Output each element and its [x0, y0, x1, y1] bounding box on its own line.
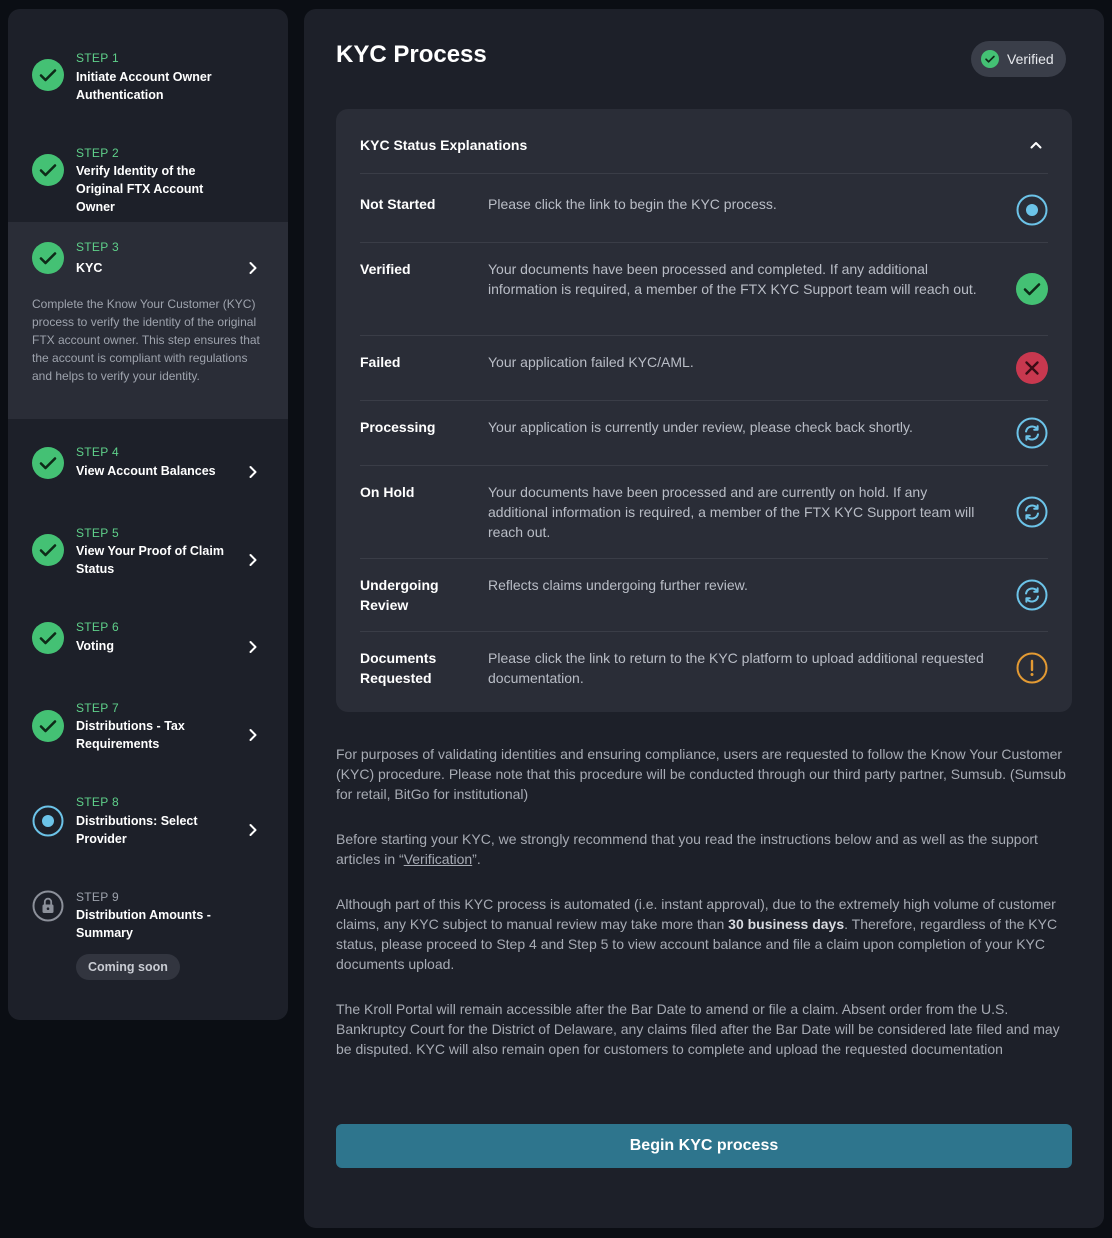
check-circle-icon: [32, 154, 64, 186]
lock-icon: [32, 890, 64, 922]
not-started-icon: [1016, 194, 1048, 226]
status-label: On Hold: [360, 484, 415, 500]
check-circle-icon: [32, 534, 64, 566]
refresh-icon: [1016, 496, 1048, 528]
kyc-status-explanations-card: KYC Status Explanations Not Started Plea…: [336, 109, 1072, 712]
status-row-documents-requested: Documents Requested Please click the lin…: [360, 631, 1048, 712]
in-progress-icon: [32, 805, 64, 837]
refresh-icon: [1016, 579, 1048, 611]
check-circle-icon: [32, 622, 64, 654]
coming-soon-badge: Coming soon: [76, 954, 180, 980]
chevron-right-icon[interactable]: [246, 465, 260, 479]
check-circle-icon: [981, 50, 999, 68]
info-paragraph-sumsub: For purposes of validating identities an…: [336, 746, 1066, 802]
begin-kyc-button[interactable]: Begin KYC process: [336, 1124, 1072, 1168]
status-row-failed: Failed Your application failed KYC/AML.: [360, 335, 1048, 400]
info-paragraph-kroll-portal: The Kroll Portal will remain accessible …: [336, 1001, 1060, 1057]
status-row-processing: Processing Your application is currently…: [360, 400, 1048, 465]
chevron-right-icon[interactable]: [246, 261, 260, 275]
status-label: Undergoing Review: [360, 577, 439, 613]
step-title: Distributions - Tax Requirements: [76, 719, 185, 751]
bold-text: 30 business days: [728, 916, 845, 932]
check-circle-icon: [32, 710, 64, 742]
step-title: View Account Balances: [76, 464, 216, 478]
status-text: Your documents have been processed and c…: [488, 261, 977, 297]
step-6[interactable]: STEP 6 Voting: [8, 594, 288, 675]
refresh-icon: [1016, 417, 1048, 449]
card-heading: KYC Status Explanations: [360, 137, 528, 153]
steps-sidebar: STEP 1 Initiate Account Owner Authentica…: [8, 9, 288, 1020]
step-3[interactable]: STEP 3 KYC Complete the Know Your Custom…: [8, 222, 288, 419]
step-number: STEP 6: [76, 620, 119, 634]
check-icon: [1016, 273, 1048, 305]
status-text: Your documents have been processed and a…: [488, 484, 975, 540]
step-description: Complete the Know Your Customer (KYC) pr…: [32, 297, 260, 383]
chevron-right-icon[interactable]: [246, 640, 260, 654]
step-title: Distributions: Select Provider: [76, 814, 198, 846]
status-row-on-hold: On Hold Your documents have been process…: [360, 465, 1048, 558]
step-title: View Your Proof of Claim Status: [76, 544, 224, 576]
status-row-verified: Verified Your documents have been proces…: [360, 242, 1048, 335]
step-9: STEP 9 Distribution Amounts - Summary Co…: [8, 864, 288, 1020]
step-number: STEP 7: [76, 701, 119, 715]
status-label: Documents Requested: [360, 650, 437, 686]
status-label: Processing: [360, 419, 436, 435]
chevron-up-icon[interactable]: [1028, 137, 1044, 153]
step-title: Initiate Account Owner Authentication: [76, 70, 212, 102]
exclamation-icon: [1016, 652, 1048, 684]
verification-link[interactable]: Verification: [404, 851, 472, 867]
chevron-right-icon[interactable]: [246, 823, 260, 837]
chevron-right-icon[interactable]: [246, 553, 260, 567]
info-paragraph-manual-review: Although part of this KYC process is aut…: [336, 894, 1072, 974]
status-label: Not Started: [360, 196, 436, 212]
step-number: STEP 4: [76, 445, 119, 459]
step-8[interactable]: STEP 8 Distributions: Select Provider: [8, 769, 288, 864]
status-row-not-started: Not Started Please click the link to beg…: [360, 173, 1048, 242]
info-paragraph-instructions: Before starting your KYC, we strongly re…: [336, 829, 1072, 869]
step-title: KYC: [76, 261, 103, 275]
step-2[interactable]: STEP 2 Verify Identity of the Original F…: [8, 103, 288, 223]
step-title: Voting: [76, 639, 114, 653]
status-text: Reflects claims undergoing further revie…: [488, 577, 748, 593]
step-title: Distribution Amounts - Summary: [76, 908, 211, 940]
step-title: Verify Identity of the Original FTX Acco…: [76, 164, 204, 214]
check-circle-icon: [32, 447, 64, 479]
status-text: Your application failed KYC/AML.: [488, 354, 694, 370]
status-text: Please click the link to return to the K…: [488, 650, 984, 686]
x-icon: [1016, 352, 1048, 384]
page-title: KYC Process: [336, 41, 487, 68]
step-number: STEP 1: [76, 51, 119, 65]
chevron-right-icon[interactable]: [246, 728, 260, 742]
step-number: STEP 3: [76, 240, 119, 254]
status-label: Failed: [360, 354, 401, 370]
step-5[interactable]: STEP 5 View Your Proof of Claim Status: [8, 500, 288, 594]
step-number: STEP 2: [76, 146, 119, 160]
status-badge: Verified: [971, 41, 1066, 77]
step-1[interactable]: STEP 1 Initiate Account Owner Authentica…: [8, 9, 288, 103]
kyc-main-panel: KYC Process Verified KYC Status Explanat…: [304, 9, 1104, 1228]
text-span: ”.: [472, 851, 481, 867]
status-row-undergoing-review: Undergoing Review Reflects claims underg…: [360, 558, 1048, 631]
step-7[interactable]: STEP 7 Distributions - Tax Requirements: [8, 675, 288, 769]
step-number: STEP 5: [76, 526, 119, 540]
check-circle-icon: [32, 59, 64, 91]
status-text: Your application is currently under revi…: [488, 419, 913, 435]
status-badge-label: Verified: [1007, 51, 1054, 67]
step-number: STEP 8: [76, 795, 119, 809]
status-text: Please click the link to begin the KYC p…: [488, 196, 777, 212]
status-label: Verified: [360, 261, 411, 277]
step-4[interactable]: STEP 4 View Account Balances: [8, 419, 288, 500]
check-circle-icon: [32, 242, 64, 274]
step-number: STEP 9: [76, 890, 119, 904]
